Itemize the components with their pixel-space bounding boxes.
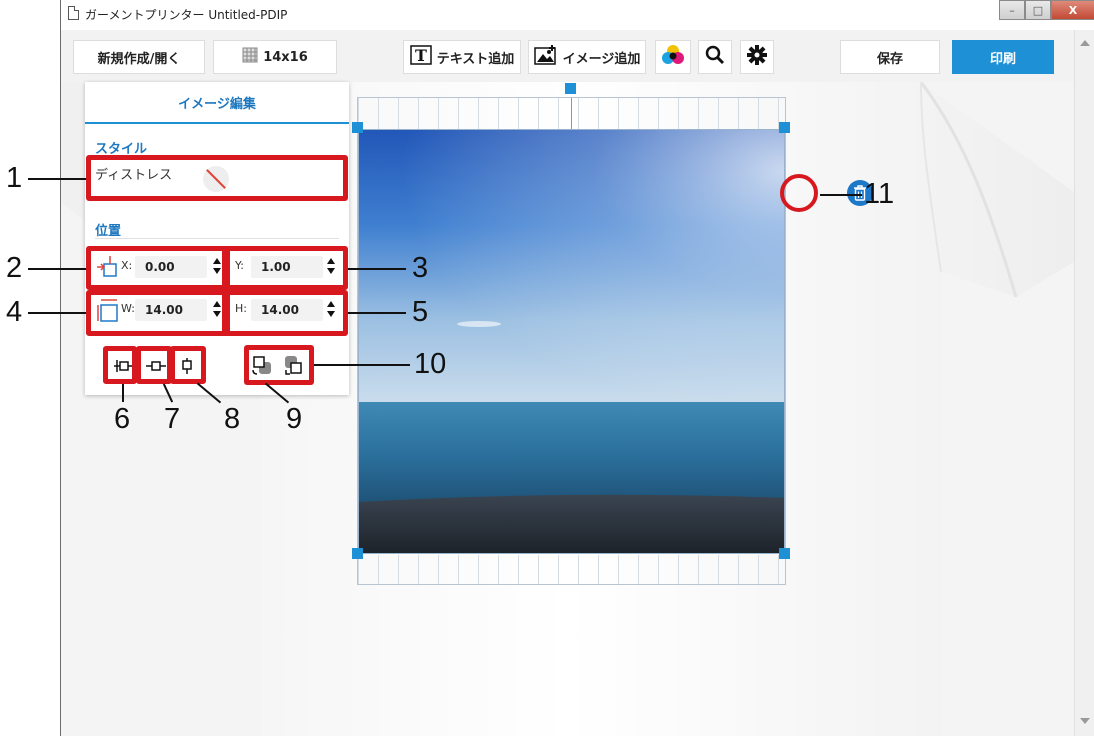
resize-handle-top-left[interactable] xyxy=(352,122,363,133)
screenshot-stage: { "window": { "title": "ガーメントプリンター Untit… xyxy=(0,0,1094,736)
svg-text:T: T xyxy=(415,46,427,65)
platen-icon xyxy=(242,47,258,67)
color-settings-button[interactable] xyxy=(655,40,691,74)
callout-number: 3 xyxy=(412,252,429,284)
callout-line-5 xyxy=(348,312,406,314)
new-open-button[interactable]: 新規作成/開く xyxy=(73,40,205,74)
toolbar: 新規作成/開く 14x16 T テキスト追加 イメージ追加 保存 印刷 xyxy=(61,30,1094,82)
callout-box-y xyxy=(222,246,348,290)
callout-box-w xyxy=(86,290,230,336)
settings-button[interactable] xyxy=(740,40,774,74)
scroll-up-arrow-icon[interactable] xyxy=(1080,40,1090,46)
add-image-button[interactable]: イメージ追加 xyxy=(528,40,646,74)
callout-number: 1 xyxy=(6,162,23,194)
callout-number: 4 xyxy=(6,296,23,328)
callout-line-11 xyxy=(820,194,862,196)
minimize-button[interactable]: – xyxy=(999,0,1025,20)
seascape-photo xyxy=(359,130,784,553)
print-button[interactable]: 印刷 xyxy=(952,40,1054,74)
position-section-title: 位置 xyxy=(95,224,122,239)
add-image-label: イメージ追加 xyxy=(562,51,641,67)
divider xyxy=(95,238,339,239)
callout-box-align-left xyxy=(103,346,137,384)
callout-box-align-right xyxy=(170,346,206,384)
add-text-label: テキスト追加 xyxy=(436,51,515,67)
callout-line-10 xyxy=(314,364,410,366)
callout-box-layer-order xyxy=(244,345,314,385)
search-icon xyxy=(705,45,725,69)
print-area xyxy=(357,97,786,585)
rotate-handle[interactable] xyxy=(565,83,576,94)
gear-icon xyxy=(747,45,767,69)
callout-number: 6 xyxy=(114,403,131,435)
callout-box-x xyxy=(86,246,230,290)
resize-handle-bottom-right[interactable] xyxy=(779,548,790,559)
callout-number: 10 xyxy=(414,348,447,380)
add-text-button[interactable]: T テキスト追加 xyxy=(403,40,521,74)
zoom-button[interactable] xyxy=(698,40,732,74)
window-controls: – □ X xyxy=(999,0,1094,20)
callout-number: 11 xyxy=(864,178,895,210)
placed-image[interactable] xyxy=(358,129,785,554)
center-guide xyxy=(571,98,572,129)
maximize-button[interactable]: □ xyxy=(1025,0,1051,20)
print-area-grid-bottom xyxy=(358,555,785,584)
callout-line-6 xyxy=(122,384,124,402)
callout-ring-delete xyxy=(780,174,818,212)
text-add-icon: T xyxy=(409,45,432,69)
callout-box-style xyxy=(86,155,348,201)
save-button[interactable]: 保存 xyxy=(840,40,940,74)
window-title: ガーメントプリンター Untitled-PDIP xyxy=(85,8,288,22)
resize-handle-top-right[interactable] xyxy=(779,122,790,133)
resize-handle-bottom-left[interactable] xyxy=(352,548,363,559)
title-bar: ガーメントプリンター Untitled-PDIP – □ X xyxy=(61,0,1094,30)
image-add-icon xyxy=(533,45,558,69)
panel-title: イメージ編集 xyxy=(85,82,349,124)
document-icon xyxy=(68,6,79,20)
scroll-down-arrow-icon[interactable] xyxy=(1080,718,1090,724)
color-balls-icon xyxy=(661,44,685,70)
callout-number: 9 xyxy=(286,403,303,435)
callout-line-3 xyxy=(348,268,406,270)
platen-size-button[interactable]: 14x16 xyxy=(213,40,337,74)
callout-number: 5 xyxy=(412,296,429,328)
vertical-scrollbar[interactable] xyxy=(1074,30,1094,736)
callout-line-2 xyxy=(28,268,86,270)
callout-number: 8 xyxy=(224,403,241,435)
callout-line-4 xyxy=(28,312,86,314)
callout-number: 7 xyxy=(164,403,181,435)
save-label: 保存 xyxy=(876,51,903,67)
new-open-label: 新規作成/開く xyxy=(97,51,181,67)
app-window: ガーメントプリンター Untitled-PDIP – □ X 新規作成/開く 1… xyxy=(60,0,1094,736)
close-button[interactable]: X xyxy=(1051,0,1094,20)
platen-size-label: 14x16 xyxy=(263,49,308,65)
callout-box-align-center xyxy=(136,346,172,384)
callout-box-h xyxy=(222,290,348,336)
print-label: 印刷 xyxy=(989,51,1016,67)
callout-line-1 xyxy=(28,178,86,180)
callout-number: 2 xyxy=(6,252,23,284)
